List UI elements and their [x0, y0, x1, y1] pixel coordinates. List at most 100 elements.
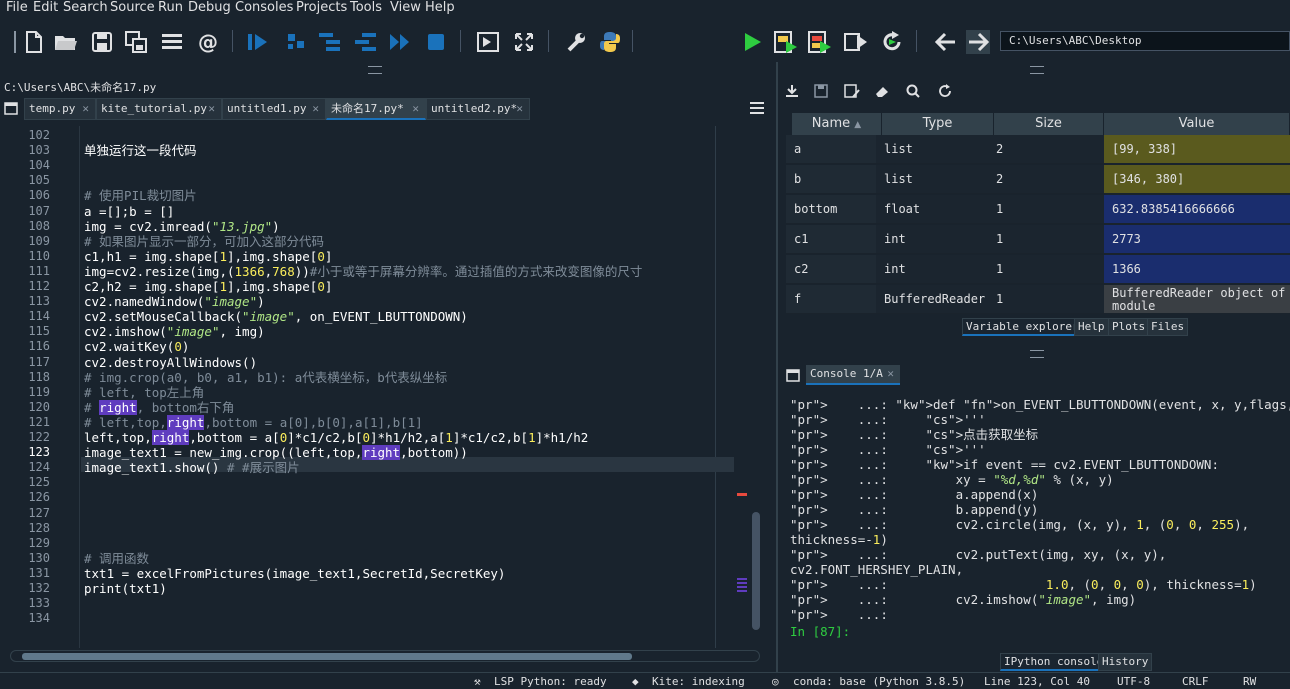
variable-type-cell[interactable]: list	[876, 135, 988, 164]
tab-files[interactable]: Files	[1147, 318, 1189, 336]
debug-cell-icon[interactable]	[284, 30, 308, 54]
close-icon[interactable]: ✕	[312, 99, 319, 119]
code-line[interactable]: img = cv2.imread("13.jpg")	[84, 219, 280, 234]
menu-file[interactable]: File	[6, 0, 28, 15]
lsp-status[interactable]: LSP Python: ready	[494, 675, 607, 688]
variable-value-cell[interactable]: BufferedReader object of _i module	[1104, 285, 1290, 314]
code-line[interactable]: # 使用PIL裁切图片	[84, 188, 197, 203]
column-header-name[interactable]: Name ▲	[792, 113, 882, 135]
code-line[interactable]: print(txt1)	[84, 581, 167, 596]
conda-status[interactable]: conda: base (Python 3.8.5)	[793, 675, 965, 688]
variable-type-cell[interactable]: BufferedReader	[876, 285, 988, 314]
code-line[interactable]: image_text1.show() # #展示图片	[84, 460, 300, 475]
working-directory-field[interactable]: C:\Users\ABC\Desktop	[1000, 31, 1290, 51]
variable-name-cell[interactable]: f	[786, 285, 876, 314]
code-line[interactable]: # 如果图片显示一部分，可加入这部分代码	[84, 234, 324, 249]
variable-type-cell[interactable]: float	[876, 195, 988, 224]
run-icon[interactable]	[740, 30, 764, 54]
variable-type-cell[interactable]: int	[876, 255, 988, 284]
back-icon[interactable]	[934, 30, 958, 54]
code-line[interactable]: # right, bottom右下角	[84, 399, 234, 415]
code-line[interactable]: # left,top,right,bottom = a[0],b[0],a[1]…	[84, 414, 423, 430]
code-line[interactable]: image_text1 = new_img.crop((left,top,rig…	[84, 445, 468, 461]
close-icon[interactable]: ✕	[412, 99, 419, 119]
tab-variable-explorer[interactable]: Variable explorer	[962, 318, 1083, 336]
menu-tools[interactable]: Tools	[350, 0, 382, 15]
code-line[interactable]: img=cv2.resize(img,(1366,768))#小于或等于屏幕分辨…	[84, 264, 642, 279]
new-file-icon[interactable]	[22, 30, 46, 54]
variable-name-cell[interactable]: b	[786, 165, 876, 194]
code-line[interactable]: cv2.namedWindow("image")	[84, 294, 265, 309]
variable-value-cell[interactable]: 1366	[1104, 255, 1290, 284]
code-line[interactable]: left,top,right,bottom = a[0]*c1/c2,b[0]*…	[84, 430, 588, 445]
step-icon[interactable]	[246, 30, 270, 54]
variable-name-cell[interactable]: a	[786, 135, 876, 164]
menu-view[interactable]: View	[390, 0, 421, 15]
code-line[interactable]: # img.crop(a0, b0, a1, b1): a代表横坐标，b代表纵坐…	[84, 370, 447, 385]
menu-help[interactable]: Help	[425, 0, 455, 15]
column-header-size[interactable]: Size	[994, 113, 1104, 135]
at-icon[interactable]: @	[196, 30, 220, 54]
tab-plots[interactable]: Plots	[1108, 318, 1150, 336]
variable-size-cell[interactable]: 1	[988, 255, 1104, 284]
variable-size-cell[interactable]: 2	[988, 165, 1104, 194]
variable-type-cell[interactable]: list	[876, 165, 988, 194]
close-icon[interactable]: ✕	[887, 365, 894, 383]
column-header-type[interactable]: Type	[882, 113, 994, 135]
tab-history[interactable]: History	[1098, 653, 1153, 671]
outline-icon[interactable]	[160, 30, 184, 54]
open-folder-icon[interactable]	[54, 30, 78, 54]
variable-type-cell[interactable]: int	[876, 225, 988, 254]
menu-run[interactable]: Run	[158, 0, 183, 15]
maximize-pane-icon[interactable]	[476, 30, 500, 54]
variable-value-cell[interactable]: 2773	[1104, 225, 1290, 254]
tab-untitled2[interactable]: untitled2.py* ✕	[426, 98, 530, 120]
console-prompt[interactable]: In [87]:	[790, 624, 850, 639]
pane-splitter[interactable]	[776, 62, 778, 672]
browse-tabs-icon[interactable]	[4, 102, 18, 119]
save-icon[interactable]	[90, 30, 114, 54]
fullscreen-icon[interactable]	[512, 30, 536, 54]
code-line[interactable]: # left, top左上角	[84, 385, 204, 400]
preferences-icon[interactable]	[564, 30, 588, 54]
code-line[interactable]: a =[];b = []	[84, 204, 174, 219]
python-path-icon[interactable]	[598, 30, 622, 54]
code-line[interactable]: 单独运行这一段代码	[84, 143, 197, 158]
menu-edit[interactable]: Edit	[33, 0, 58, 15]
close-icon[interactable]: ✕	[516, 99, 523, 119]
forward-icon[interactable]	[966, 30, 990, 54]
console-pane-handle[interactable]	[1030, 350, 1044, 358]
menu-projects[interactable]: Projects	[296, 0, 347, 15]
menu-search[interactable]: Search	[63, 0, 108, 15]
code-line[interactable]: c1,h1 = img.shape[1],img.shape[0]	[84, 249, 332, 264]
variable-value-cell[interactable]: [346, 380]	[1104, 165, 1290, 194]
eraser-icon[interactable]	[874, 84, 890, 102]
variable-size-cell[interactable]: 1	[988, 195, 1104, 224]
indent-icon[interactable]	[318, 30, 342, 54]
code-line[interactable]: c2,h2 = img.shape[1],img.shape[0]	[84, 279, 332, 294]
run-cell-advance-icon[interactable]	[808, 30, 832, 54]
variable-value-cell[interactable]: 632.8385416666666	[1104, 195, 1290, 224]
code-line[interactable]: cv2.imshow("image", img)	[84, 324, 265, 339]
close-icon[interactable]: ✕	[208, 99, 215, 119]
close-icon[interactable]: ✕	[82, 99, 89, 119]
tab-kite-tutorial[interactable]: kite_tutorial.py ✕	[96, 98, 222, 120]
tab-ipython-console[interactable]: IPython console	[1000, 653, 1108, 671]
code-line[interactable]: cv2.destroyAllWindows()	[84, 355, 257, 370]
code-line[interactable]: txt1 = excelFromPictures(image_text1,Sec…	[84, 566, 505, 581]
tab-untitled1[interactable]: untitled1.py ✕	[222, 98, 326, 120]
editor-scroll-thumb[interactable]	[752, 512, 760, 630]
menu-consoles[interactable]: Consoles	[235, 0, 293, 15]
run-cell-icon[interactable]	[774, 30, 798, 54]
search-icon[interactable]	[906, 84, 920, 102]
variable-value-cell[interactable]: [99, 338]	[1104, 135, 1290, 164]
save-data-icon[interactable]	[814, 84, 828, 102]
menu-debug[interactable]: Debug	[188, 0, 231, 15]
fast-forward-icon[interactable]	[388, 30, 412, 54]
unindent-icon[interactable]	[354, 30, 378, 54]
variable-name-cell[interactable]: bottom	[786, 195, 876, 224]
tab-help[interactable]: Help	[1074, 318, 1109, 336]
editor-pane-handle[interactable]	[368, 66, 382, 74]
run-selection-icon[interactable]	[844, 30, 868, 54]
save-all-icon[interactable]	[124, 30, 148, 54]
